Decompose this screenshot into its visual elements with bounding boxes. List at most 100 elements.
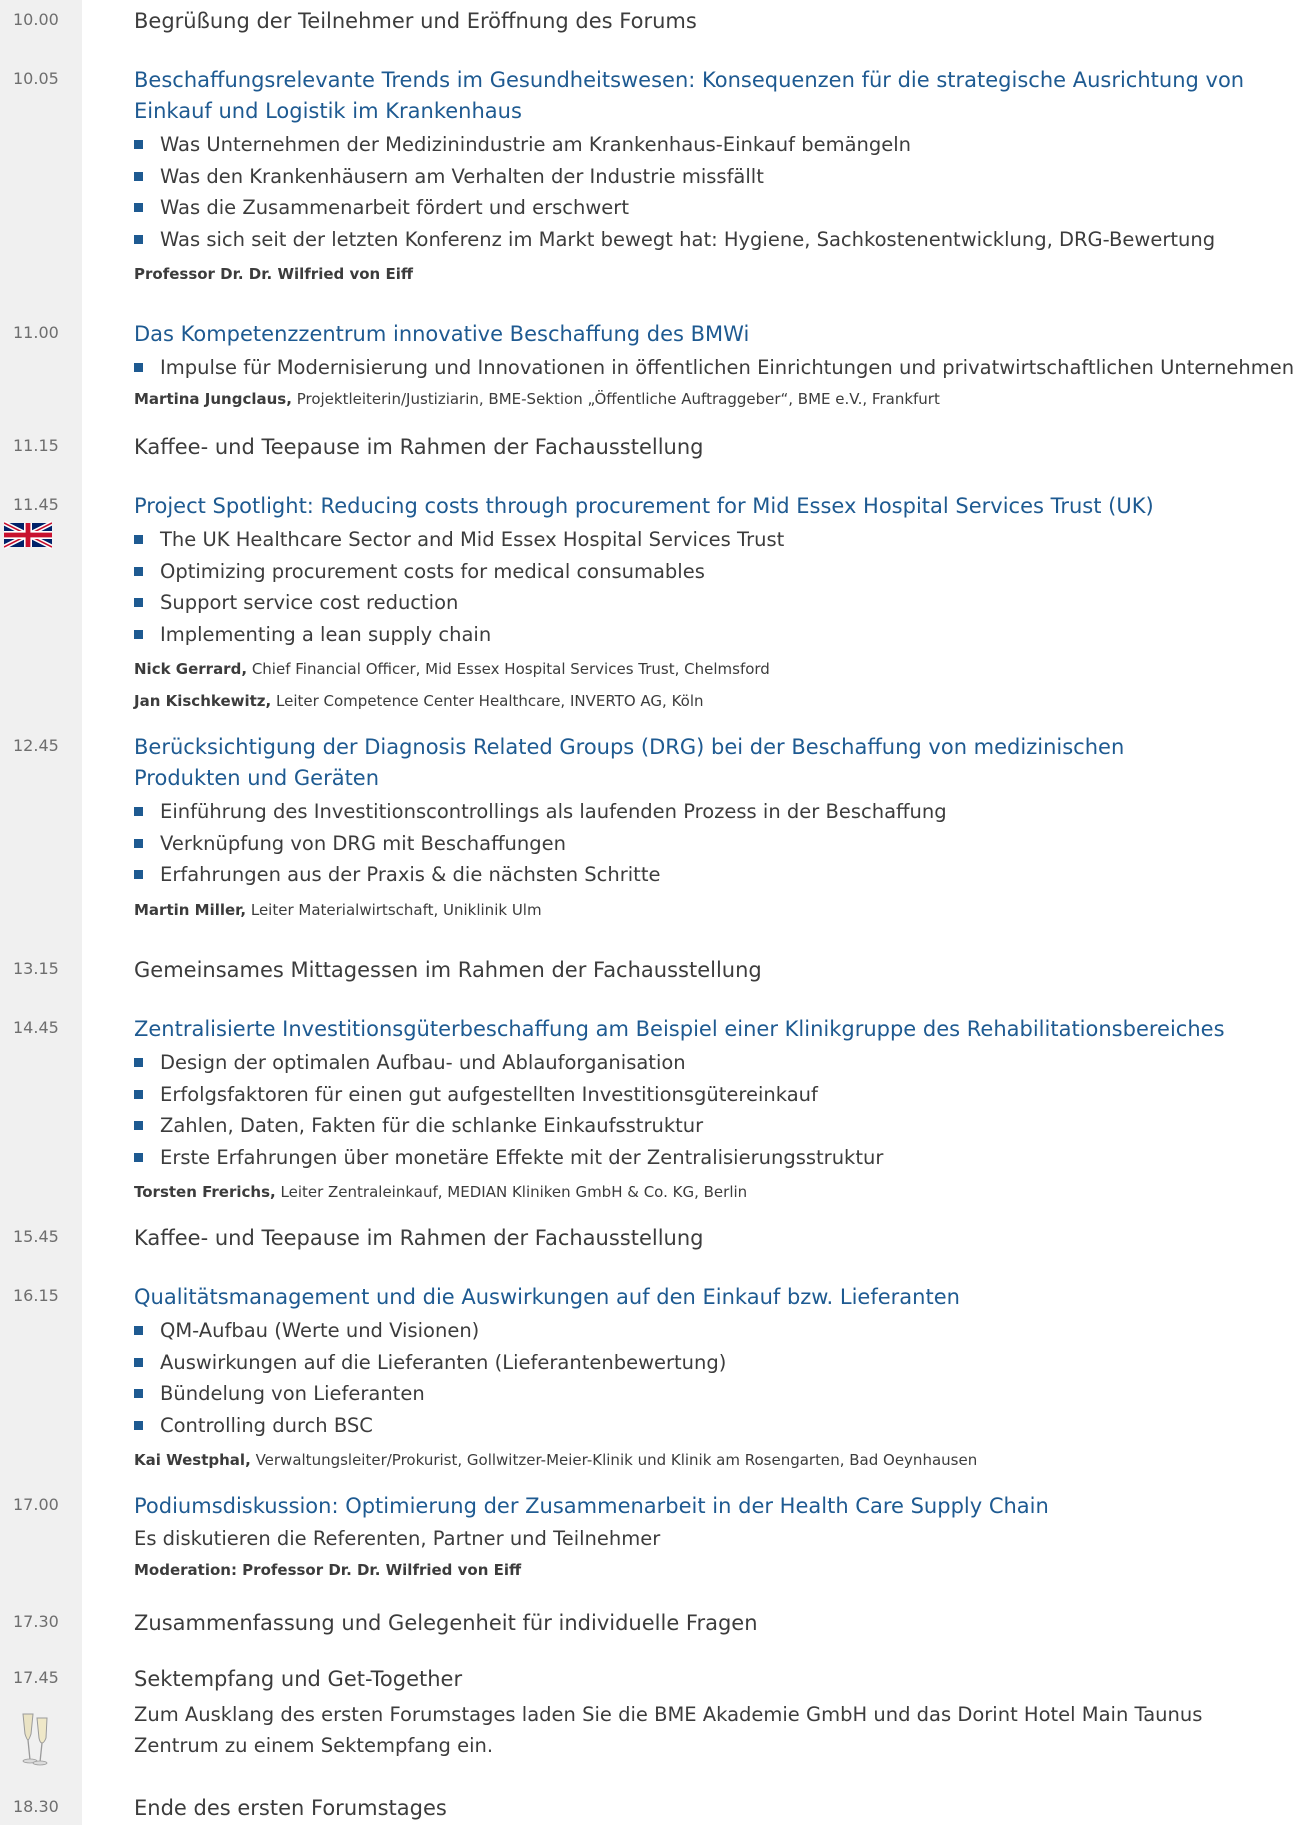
list-item: Bündelung von Lieferanten xyxy=(134,1378,1294,1410)
bullet-icon xyxy=(134,1357,143,1367)
list-item: Controlling durch BSC xyxy=(134,1410,1294,1442)
bullet-icon xyxy=(134,203,143,212)
slot-time: 16.15 xyxy=(13,1286,59,1305)
speaker: Kai Westphal, Verwaltungsleiter/Prokuris… xyxy=(134,1449,1294,1471)
champagne-glasses-icon xyxy=(22,1713,48,1766)
speaker-role: Leiter Materialwirtschaft, Uniklinik Ulm xyxy=(250,900,542,919)
slot-title: Das Kompetenzzentrum innovative Beschaff… xyxy=(134,322,750,346)
slot-title: Begrüßung der Teilnehmer und Eröffnung d… xyxy=(134,9,697,33)
slot-time: 12.45 xyxy=(13,736,59,755)
slot-time: 17.30 xyxy=(13,1612,59,1631)
speaker-role: Chief Financial Officer, Mid Essex Hospi… xyxy=(251,660,770,678)
slot-time: 18.30 xyxy=(13,1797,59,1816)
slot-title: Kaffee- und Teepause im Rahmen der Facha… xyxy=(134,435,704,459)
bullet-icon xyxy=(134,1058,143,1067)
bullet-icon xyxy=(134,1089,143,1099)
speaker-name: Nick Gerrard, xyxy=(134,660,248,678)
speaker-role: Leiter Competence Center Healthcare, INV… xyxy=(276,692,704,710)
bullet-icon xyxy=(134,1152,143,1162)
bullet-icon xyxy=(134,629,143,639)
speaker-role: Projektleiterin/Justiziarin, BME-Sektion… xyxy=(296,389,940,408)
list-item: Implementing a lean supply chain xyxy=(134,619,1294,651)
topic-list: The UK Healthcare Sector and Mid Essex H… xyxy=(134,524,1294,650)
slot-note: Es diskutieren die Referenten, Partner u… xyxy=(134,1527,661,1550)
list-item: Verknüpfung von DRG mit Beschaffungen xyxy=(134,828,1132,860)
slot-title: Project Spotlight: Reducing costs throug… xyxy=(134,494,1154,518)
speaker-name: Torsten Frerichs, xyxy=(134,1183,276,1201)
slot-title: Sektempfang und Get-Together xyxy=(134,1667,463,1691)
speaker-name: Moderation: Professor Dr. Dr. Wilfried v… xyxy=(134,1561,522,1579)
bullet-icon xyxy=(134,1420,143,1430)
speaker-role: Verwaltungsleiter/Prokurist, Gollwitzer-… xyxy=(255,1451,978,1469)
speaker-name: Jan Kischkewitz, xyxy=(134,692,272,710)
slot-time: 11.00 xyxy=(13,323,59,342)
bullet-icon xyxy=(134,566,143,576)
uk-flag-icon xyxy=(4,521,52,549)
list-item: QM-Aufbau (Werte und Visionen) xyxy=(134,1315,1294,1347)
speaker-name: Professor Dr. Dr. Wilfried von Eiff xyxy=(134,265,413,283)
slot-time: 14.45 xyxy=(13,1018,59,1037)
list-item: Erfahrungen aus der Praxis & die nächste… xyxy=(134,859,1132,891)
list-item: Erfolgsfaktoren für einen gut aufgestell… xyxy=(134,1079,1294,1111)
slot-title: Ende des ersten Forumstages xyxy=(134,1796,447,1820)
slot-title: Zusammenfassung und Gelegenheit für indi… xyxy=(134,1611,758,1635)
bullet-icon xyxy=(134,234,143,244)
list-item: Zahlen, Daten, Fakten für die schlanke E… xyxy=(134,1110,1294,1142)
list-item: The UK Healthcare Sector and Mid Essex H… xyxy=(134,524,1294,556)
list-item: Support service cost reduction xyxy=(134,587,1294,619)
bullet-icon xyxy=(134,1121,143,1130)
topic-list: QM-Aufbau (Werte und Visionen) Auswirkun… xyxy=(134,1315,1294,1441)
topic-list: Was Unternehmen der Medizinindustrie am … xyxy=(134,129,1272,255)
bullet-icon xyxy=(134,535,143,544)
slot-title: Gemeinsames Mittagessen im Rahmen der Fa… xyxy=(134,958,762,982)
list-item: Was die Zusammenarbeit fördert und ersch… xyxy=(134,192,1272,224)
list-item: Was Unternehmen der Medizinindustrie am … xyxy=(134,129,1272,161)
speaker: Nick Gerrard, Chief Financial Officer, M… xyxy=(134,658,1294,680)
slot-time: 15.45 xyxy=(13,1227,59,1246)
bullet-icon xyxy=(134,363,143,372)
speaker: Jan Kischkewitz, Leiter Competence Cente… xyxy=(134,690,1294,712)
speaker-role: Leiter Zentraleinkauf, MEDIAN Kliniken G… xyxy=(280,1183,748,1201)
speaker-name: Martina Jungclaus, xyxy=(134,389,292,408)
slot-time: 10.00 xyxy=(13,10,59,29)
slot-time: 13.15 xyxy=(13,959,59,978)
list-item: Was den Krankenhäusern am Verhalten der … xyxy=(134,161,1272,193)
bullet-icon xyxy=(134,870,143,879)
speaker-name: Martin Miller, xyxy=(134,900,247,919)
topic-list: Einführung des Investitionscontrollings … xyxy=(134,796,1132,891)
list-item: Was sich seit der letzten Konferenz im M… xyxy=(134,224,1272,256)
list-item: Impulse für Modernisierung und Innovatio… xyxy=(134,352,1294,384)
slot-time: 11.45 xyxy=(13,495,59,514)
speaker-name: Kai Westphal, xyxy=(134,1451,251,1469)
slot-title: Qualitätsmanagement und die Auswirkungen… xyxy=(134,1285,960,1309)
bullet-icon xyxy=(134,140,143,149)
slot-title: Berücksichtigung der Diagnosis Related G… xyxy=(134,735,1125,790)
list-item: Optimizing procurement costs for medical… xyxy=(134,556,1294,588)
slot-title: Podiumsdiskussion: Optimierung der Zusam… xyxy=(134,1494,1049,1518)
list-item: Design der optimalen Aufbau- und Ablaufo… xyxy=(134,1047,1294,1079)
slot-time: 10.05 xyxy=(13,69,59,88)
bullet-icon xyxy=(134,807,143,816)
list-item: Auswirkungen auf die Lieferanten (Liefer… xyxy=(134,1347,1294,1379)
bullet-icon xyxy=(134,171,143,181)
bullet-icon xyxy=(134,1389,143,1398)
speaker: Professor Dr. Dr. Wilfried von Eiff xyxy=(134,263,1272,285)
speaker: Torsten Frerichs, Leiter Zentraleinkauf,… xyxy=(134,1181,1294,1203)
slot-time: 17.00 xyxy=(13,1495,59,1514)
speaker: Martin Miller, Leiter Materialwirtschaft… xyxy=(134,899,1132,921)
topic-list: Design der optimalen Aufbau- und Ablaufo… xyxy=(134,1047,1294,1173)
slot-title: Beschaffungsrelevante Trends im Gesundhe… xyxy=(134,68,1245,123)
topic-list: Impulse für Modernisierung und Innovatio… xyxy=(134,352,1294,384)
list-item: Erste Erfahrungen über monetäre Effekte … xyxy=(134,1142,1294,1174)
slot-title: Zentralisierte Investitionsgüterbeschaff… xyxy=(134,1017,1225,1041)
slot-time: 17.45 xyxy=(13,1668,59,1687)
bullet-icon xyxy=(134,1326,143,1335)
slot-note: Zum Ausklang des ersten Forumstages lade… xyxy=(134,1703,1203,1757)
slot-title: Kaffee- und Teepause im Rahmen der Facha… xyxy=(134,1226,704,1250)
speaker: Martina Jungclaus, Projektleiterin/Justi… xyxy=(134,388,1294,410)
speaker: Moderation: Professor Dr. Dr. Wilfried v… xyxy=(134,1559,1294,1581)
bullet-icon xyxy=(134,838,143,848)
time-column xyxy=(0,0,82,1825)
list-item: Einführung des Investitionscontrollings … xyxy=(134,796,1132,828)
slot-time: 11.15 xyxy=(13,436,59,455)
